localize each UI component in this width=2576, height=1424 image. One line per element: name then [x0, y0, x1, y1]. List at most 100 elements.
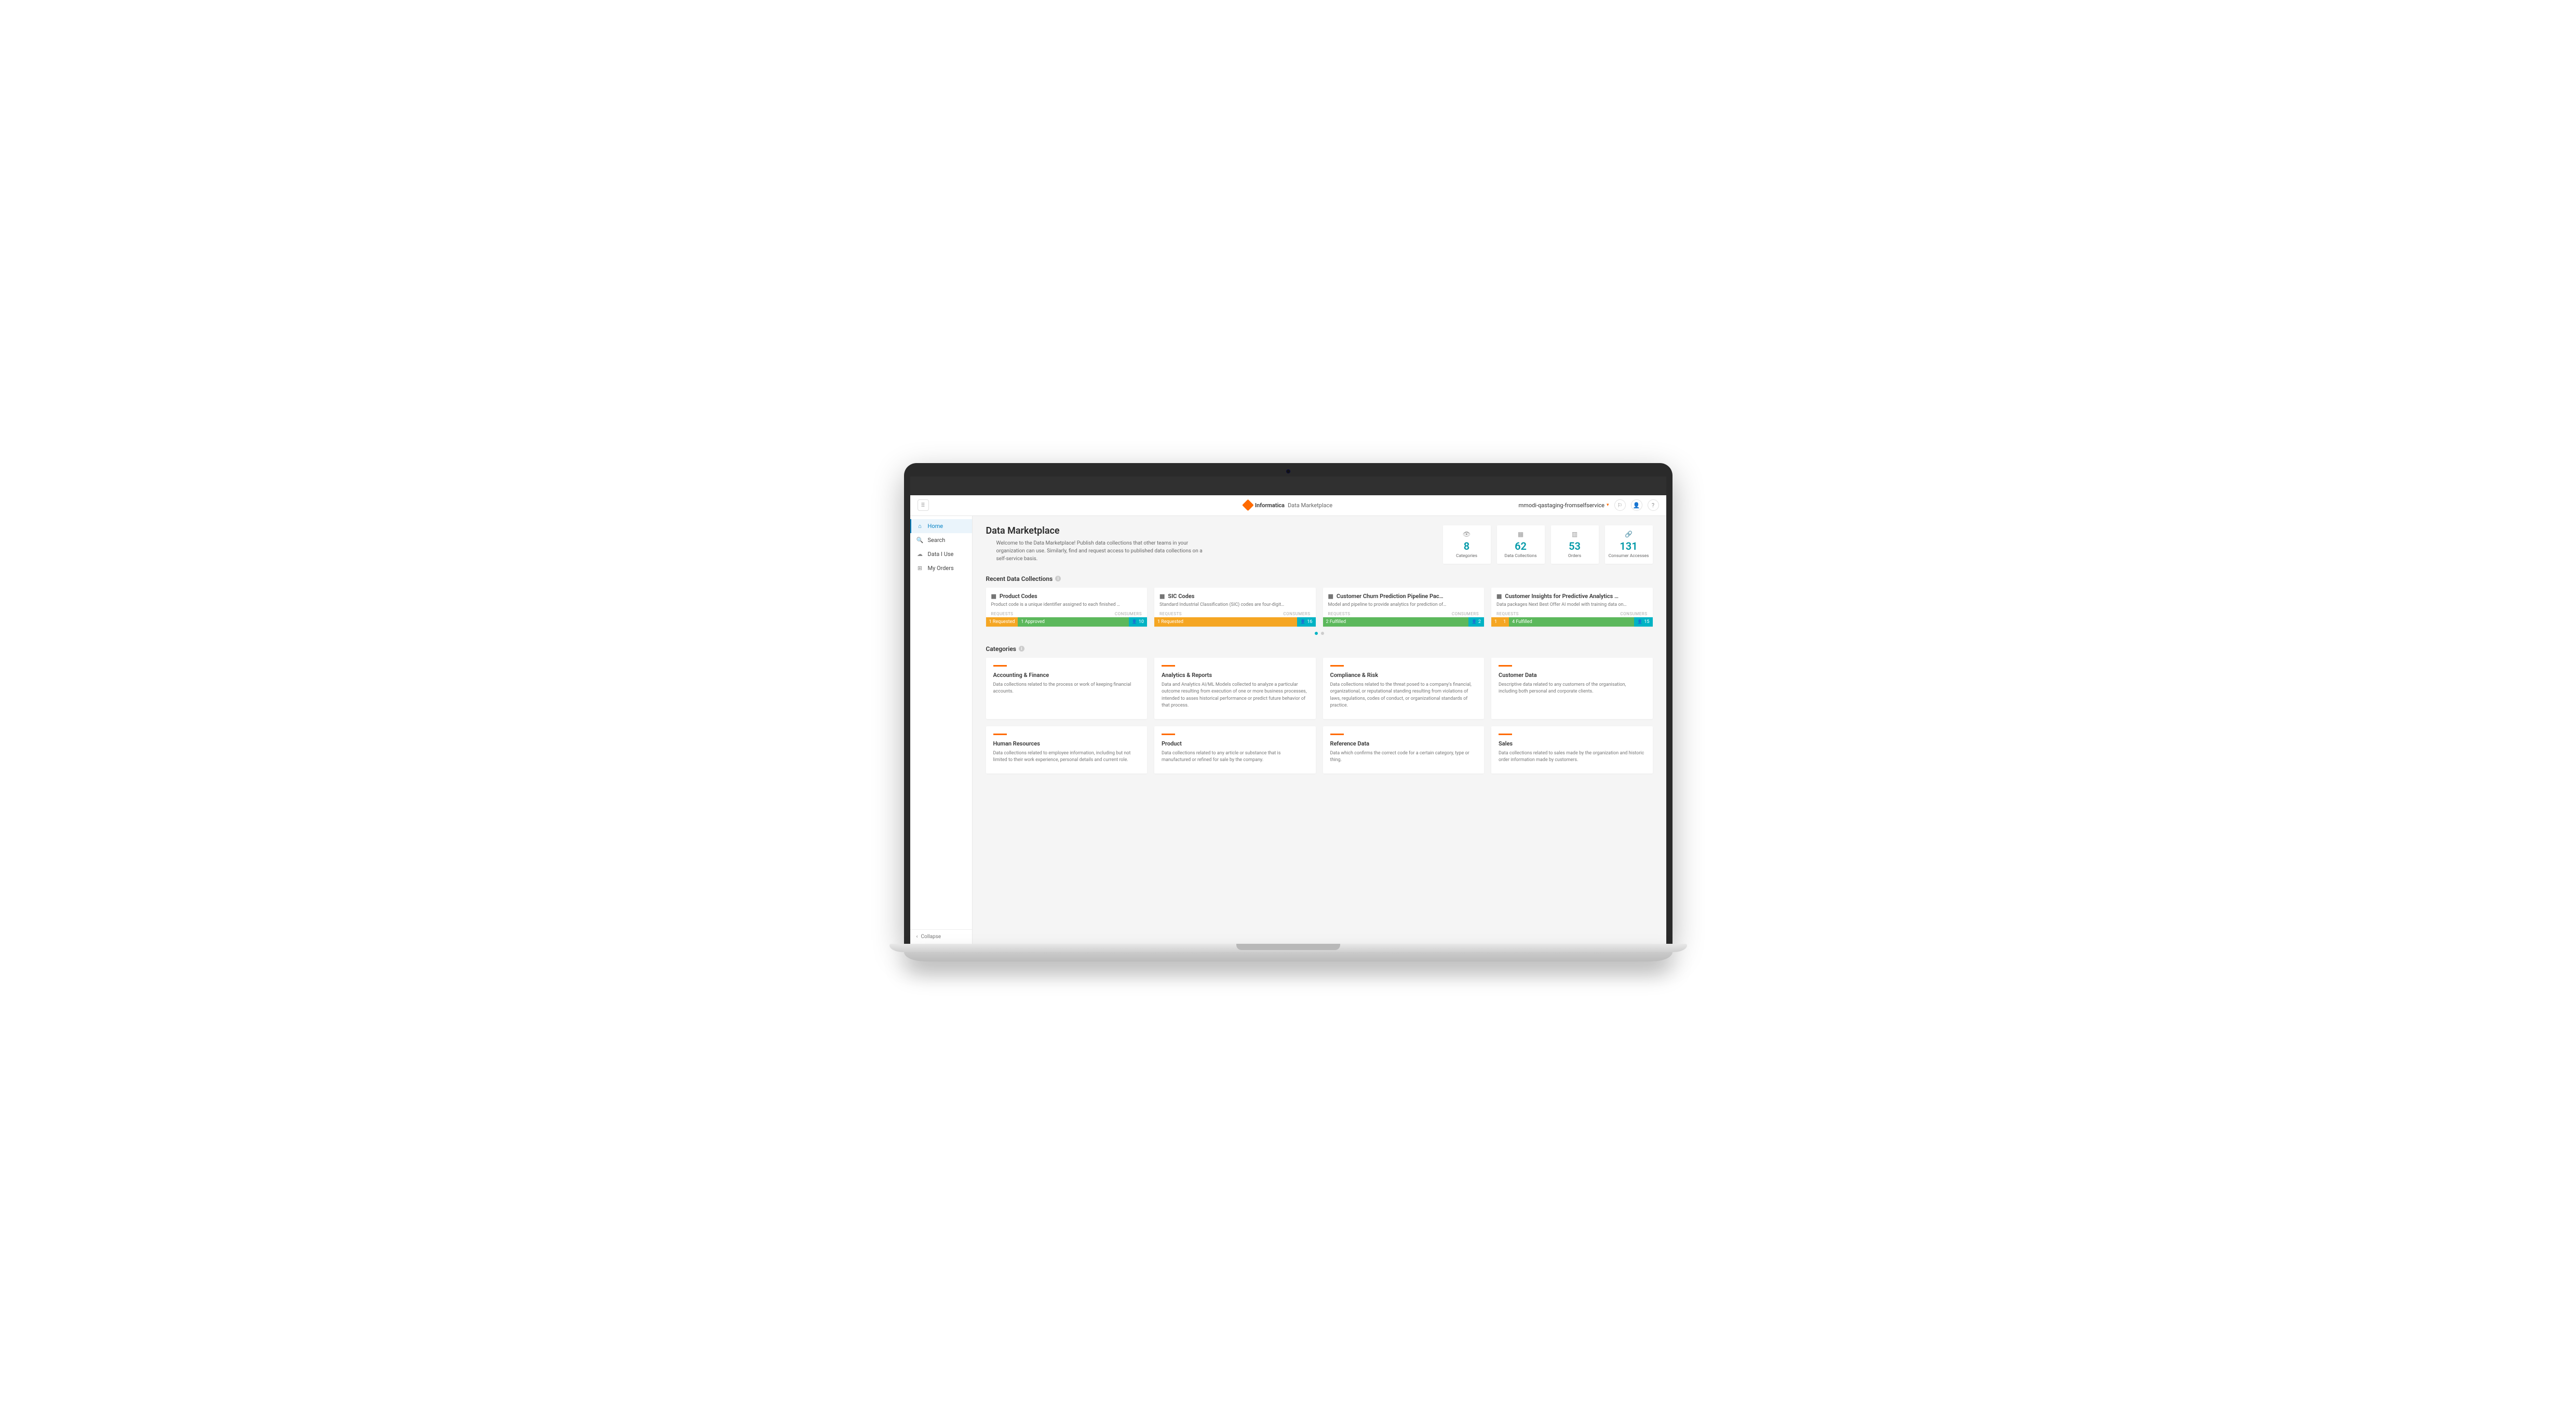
category-title: Accounting & Finance	[993, 672, 1140, 679]
status-segment: 1 Requested	[986, 617, 1018, 627]
category-cards: Accounting & Finance Data collections rel…	[986, 658, 1653, 774]
flag-icon: ⚐	[1617, 502, 1623, 509]
category-description: Data which confirms the correct code for…	[1330, 750, 1477, 764]
category-card[interactable]: Accounting & FinanceData collections rel…	[986, 658, 1148, 719]
consumers-label: CONSUMERS	[1452, 612, 1479, 616]
status-bar: 1 Requested1 Approved 👤10	[986, 617, 1148, 627]
card-meta: REQUESTSCONSUMERS	[1328, 612, 1479, 616]
accent-bar	[1330, 734, 1344, 735]
stat-icon: 👁	[1446, 531, 1488, 538]
status-segment: 1 Requested	[1154, 617, 1297, 627]
categories-section-title: Categories i	[986, 645, 1653, 653]
person-icon: 👤	[1637, 619, 1642, 624]
data-collection-card[interactable]: ▦Product Codes Product code is a unique …	[986, 588, 1148, 627]
laptop-frame: ⠿ Informatica Data Marketplace mmodi-qas…	[904, 463, 1673, 961]
screen: ⠿ Informatica Data Marketplace mmodi-qas…	[910, 477, 1666, 944]
card-title: ▦Customer Churn Prediction Pipeline Pac…	[1328, 593, 1479, 600]
accent-bar	[1499, 734, 1512, 735]
sidebar-item-data-i-use[interactable]: ☁Data I Use	[910, 547, 972, 561]
consumers-label: CONSUMERS	[1115, 612, 1142, 616]
nav-label: Search	[928, 537, 946, 544]
stat-value: 53	[1554, 540, 1596, 552]
recent-cards: ▦Product Codes Product code is a unique …	[986, 588, 1653, 627]
stat-value: 131	[1608, 540, 1650, 552]
category-description: Descriptive data related to any customer…	[1499, 682, 1646, 696]
card-meta: REQUESTSCONSUMERS	[1496, 612, 1648, 616]
page-description: Welcome to the Data Marketplace! Publish…	[986, 539, 1204, 563]
stat-card[interactable]: 🔗131Consumer Accesses	[1605, 525, 1653, 564]
carousel-dot[interactable]	[1321, 632, 1324, 635]
chevron-left-icon: ‹	[916, 934, 918, 940]
card-title: ▦Customer Insights for Predictive Analyt…	[1496, 593, 1648, 600]
status-bar: 114 Fulfilled 👤15	[1491, 617, 1653, 627]
categories-label: Categories	[986, 645, 1016, 653]
camera-icon	[1286, 469, 1290, 473]
brand-subtitle: Data Marketplace	[1288, 502, 1332, 509]
sidebar: ⌂Home 🔍 Search ☁Data I Use⊞My Orders ‹ Coll…	[910, 516, 973, 944]
data-collection-card[interactable]: ▦Customer Churn Prediction Pipeline Pac……	[1323, 588, 1485, 627]
brand: Informatica Data Marketplace	[1244, 501, 1332, 509]
category-card[interactable]: SalesData collections related to sales m…	[1491, 726, 1653, 774]
card-description: Data packages Next Best Offer AI model w…	[1496, 602, 1648, 607]
brand-name: Informatica	[1255, 502, 1285, 509]
status-segment: 2 Fulfilled	[1323, 617, 1468, 627]
app-menu-button[interactable]: ⠿	[918, 499, 929, 511]
data-collection-card[interactable]: ▦Customer Insights for Predictive Analyt…	[1491, 588, 1653, 627]
category-description: Data and Analytics AI/ML Models collecte…	[1162, 682, 1309, 710]
sidebar-item-home[interactable]: ⌂Home	[910, 519, 972, 533]
app-body: ⌂Home 🔍 Search ☁Data I Use⊞My Orders ‹ Coll…	[910, 516, 1666, 944]
card-title: ▦Product Codes	[991, 593, 1142, 600]
category-card[interactable]: Reference DataData which confirms the co…	[1323, 726, 1485, 774]
header-right: mmodi-qastaging-fromselfservice ▾ ⚐ 👤 ?	[1519, 499, 1659, 511]
hero-text: Data Marketplace Welcome to the Data Mar…	[986, 525, 1433, 564]
laptop-notch	[1236, 944, 1340, 950]
consumers-label: CONSUMERS	[1283, 612, 1310, 616]
card-title: ▦SIC Codes	[1159, 593, 1311, 600]
info-icon[interactable]: i	[1019, 646, 1024, 652]
card-meta: REQUESTS CONSUMERS	[1159, 612, 1311, 616]
data-collection-card[interactable]: ▦SIC Codes Standard Industrial Classific…	[1154, 588, 1316, 627]
category-description: Data collections related to any article …	[1162, 750, 1309, 764]
status-bar: 1 Requested 👤16	[1154, 617, 1316, 627]
help-button[interactable]: ?	[1648, 499, 1659, 511]
requests-label: REQUESTS	[991, 612, 1014, 616]
category-card[interactable]: Human ResourcesData collections related …	[986, 726, 1148, 774]
stat-label: Consumer Accesses	[1608, 553, 1650, 559]
stat-card[interactable]: 👁8Categories	[1443, 525, 1491, 564]
screen-bezel: ⠿ Informatica Data Marketplace mmodi-qas…	[904, 463, 1673, 944]
card-description: Standard Industrial Classification (SIC)…	[1159, 602, 1311, 607]
category-card[interactable]: Customer DataDescriptive data related to…	[1491, 658, 1653, 719]
sidebar-item-my-orders[interactable]: ⊞My Orders	[910, 561, 972, 575]
stat-card[interactable]: ▦ 62Data Collections	[1497, 525, 1545, 564]
nav-icon: 🔍	[916, 537, 924, 544]
stat-icon: ▦	[1500, 531, 1542, 538]
stat-label: Orders	[1554, 553, 1596, 559]
consumers-segment: 👤10	[1129, 617, 1147, 627]
status-segment: 1	[1491, 617, 1500, 627]
category-title: Sales	[1499, 740, 1646, 747]
collapse-label: Collapse	[921, 934, 941, 940]
category-description: Data collections related to employee inf…	[993, 750, 1140, 764]
brand-logo-icon	[1242, 499, 1254, 511]
collapse-button[interactable]: ‹ Collapse	[910, 929, 972, 944]
consumers-label: CONSUMERS	[1620, 612, 1647, 616]
stat-value: 8	[1446, 540, 1488, 552]
stat-value: 62	[1500, 540, 1542, 552]
recent-section-title: Recent Data Collections i	[986, 575, 1653, 582]
recent-label: Recent Data Collections	[986, 575, 1053, 582]
requests-label: REQUESTS	[1159, 612, 1182, 616]
nav-label: Home	[928, 523, 943, 530]
stat-label: Data Collections	[1500, 553, 1542, 559]
nav-icon: ⊞	[916, 565, 924, 572]
stat-card[interactable]: ▥53Orders	[1551, 525, 1599, 564]
carousel-dot[interactable]	[1315, 632, 1318, 635]
category-card[interactable]: ProductData collections related to any a…	[1154, 726, 1316, 774]
status-bar: 2 Fulfilled 👤2	[1323, 617, 1485, 627]
org-selector[interactable]: mmodi-qastaging-fromselfservice ▾	[1519, 502, 1609, 509]
category-card[interactable]: Compliance & RiskData collections relate…	[1323, 658, 1485, 719]
category-card[interactable]: Analytics & ReportsData and Analytics AI…	[1154, 658, 1316, 719]
notifications-button[interactable]: ⚐	[1614, 499, 1626, 511]
info-icon[interactable]: i	[1055, 576, 1061, 581]
sidebar-item-search[interactable]: 🔍 Search	[910, 533, 972, 547]
user-button[interactable]: 👤	[1631, 499, 1642, 511]
